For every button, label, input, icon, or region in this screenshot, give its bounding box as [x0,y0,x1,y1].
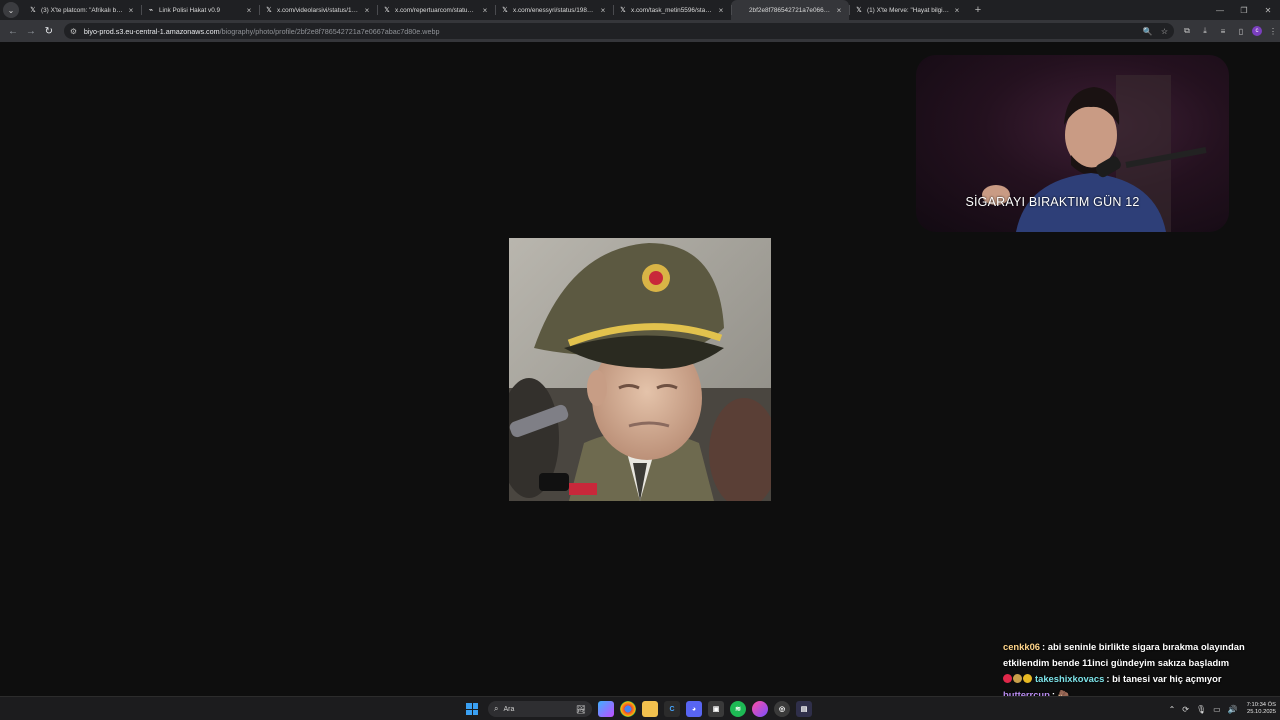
tab-title: x.com/repertuarcom/status/198 [395,6,477,14]
browser-tab[interactable]: 𝕏x.com/task_metin5596/status/ × [613,0,731,20]
sync-icon[interactable]: ⟳ [1182,705,1189,714]
close-window-icon[interactable]: ✕ [1256,0,1280,20]
browser-tab[interactable]: 𝕏 (3) X'te platcom: "Afrikalı bir g × [23,0,141,20]
close-tab-icon[interactable]: × [835,6,843,15]
officer-portrait-image [509,238,771,501]
tray-overflow-icon[interactable]: ⌃ [1169,705,1176,714]
x-logo-icon: 𝕏 [856,7,862,14]
clock-time: 7:10:34 ÖS [1246,702,1276,708]
close-tab-icon[interactable]: × [481,6,489,15]
close-tab-icon[interactable]: × [363,6,371,15]
close-tab-icon[interactable]: × [953,6,961,15]
bookmark-star-icon[interactable]: ☆ [1161,27,1168,36]
profile-avatar[interactable]: c [1252,26,1262,36]
reload-icon[interactable]: ↻ [40,22,58,40]
page-viewport: SİGARAYI BIRAKTIM GÜN 12 cenkk06: abi se… [0,42,1280,716]
webcam-overlay: SİGARAYI BIRAKTIM GÜN 12 [916,55,1229,232]
new-tab-button[interactable]: + [971,4,985,16]
tab-strip: ⌄ 𝕏 (3) X'te platcom: "Afrikalı bir g × ⌁ Li… [0,0,1280,20]
obs-icon[interactable] [752,701,768,717]
tab-title: (1) X'te Merve: "Hayat bilgisi d [867,6,949,14]
chat-badges [1003,674,1032,683]
taskbar: ⌕ Ara 🏞 C ◕ ▣ ≋ ◎ ▤ ⌃ ⟳ 🎙 ▭ 🔊 7:10:34 ÖS… [0,696,1280,720]
site-info-icon[interactable]: ⚙ [70,27,80,36]
tab-title: Link Polisi Hakat v0.9 [159,6,221,14]
url-host: biyo-prod.s3.eu-central-1.amazonaws.com [83,26,220,36]
tab-title: x.com/videolarsivi/status/1982 [277,6,359,14]
chrome-alt-icon[interactable]: ◎ [774,701,790,717]
sidepanel-icon[interactable]: ▯ [1234,24,1248,38]
misc-app-icon[interactable]: ▤ [796,701,812,717]
clock-date: 25.10.2025 [1246,709,1276,715]
chat-message: cenkk06: abi seninle birlikte sigara bır… [1003,639,1273,671]
windows-start-icon[interactable] [466,703,478,715]
c-app-icon[interactable]: C [664,701,680,717]
page-icon [737,6,745,14]
browser-tab[interactable]: ⌁ Link Polisi Hakat v0.9 × [141,0,259,20]
tab-search-button[interactable]: ⌄ [3,2,19,18]
spotify-icon[interactable]: ≋ [730,701,746,717]
url-path: /biography/photo/profile/2bf2e8f78654272… [219,26,440,36]
volume-icon[interactable]: 🔊 [1228,705,1238,714]
chat-badge-icon [1023,674,1032,683]
x-logo-icon: 𝕏 [30,7,36,14]
browser-tab[interactable]: 𝕏 (1) X'te Merve: "Hayat bilgisi d × [849,0,967,20]
browser-toolbar: ← → ↻ ⚙ biyo-prod.s3.eu-central-1.amazon… [0,20,1280,42]
restore-icon[interactable]: ❐ [1232,0,1256,20]
chat-username: takeshixkovacs [1035,673,1105,684]
media-icon[interactable]: ≡ [1216,24,1230,38]
x-logo-icon: 𝕏 [266,7,272,14]
close-tab-icon[interactable]: × [245,6,253,15]
link-logo-icon: ⌁ [148,7,154,14]
window-controls: — ❐ ✕ [1208,0,1280,20]
clock[interactable]: 7:10:34 ÖS 25.10.2025 [1247,702,1276,716]
discord-icon[interactable]: ◕ [686,701,702,717]
profile-photo [509,238,771,501]
minimize-icon[interactable]: — [1208,0,1232,20]
download-icon[interactable]: ⤓ [1198,24,1212,38]
tab-title: x.com/enessyri/status/1981243 [513,6,595,14]
chat-badge-icon [1013,674,1022,683]
search-highlight-icon: 🏞 [575,704,586,714]
browser-tab[interactable]: 2bf2e8f786542721a7e0667abac × [731,0,849,20]
webcam-caption: SİGARAYI BIRAKTIM GÜN 12 [965,195,1140,209]
back-icon[interactable]: ← [4,22,22,40]
forward-icon[interactable]: → [22,22,40,40]
mic-icon[interactable]: 🎙 [1196,705,1206,714]
menu-icon[interactable]: ⋮ [1266,24,1280,38]
tab-list: 𝕏 (3) X'te platcom: "Afrikalı bir g × ⌁ Link… [23,0,967,20]
search-placeholder: Ara [503,705,515,713]
chat-badge-icon [1003,674,1012,683]
photos-icon[interactable]: ▣ [708,701,724,717]
zoom-icon[interactable]: 🔍 [1143,27,1153,36]
close-tab-icon[interactable]: × [599,6,607,15]
system-tray: ⌃ ⟳ 🎙 ▭ 🔊 7:10:34 ÖS 25.10.2025 [1169,699,1276,719]
extensions-icon[interactable]: ⧉ [1180,24,1194,38]
file-explorer-icon[interactable] [642,701,658,717]
browser-tab[interactable]: 𝕏x.com/videolarsivi/status/1982 × [259,0,377,20]
tab-title: x.com/task_metin5596/status/ [631,6,713,14]
x-logo-icon: 𝕏 [502,7,508,14]
chat-username: cenkk06 [1003,641,1041,652]
browser-tab[interactable]: 𝕏x.com/enessyri/status/1981243 × [495,0,613,20]
display-icon[interactable]: ▭ [1213,705,1221,714]
search-icon: ⌕ [494,704,499,713]
taskbar-search[interactable]: ⌕ Ara 🏞 [488,701,592,717]
x-logo-icon: 𝕏 [620,7,626,14]
x-logo-icon: 𝕏 [384,7,390,14]
close-tab-icon[interactable]: × [717,6,725,15]
browser-tab[interactable]: 𝕏x.com/repertuarcom/status/198 × [377,0,495,20]
copilot-icon[interactable] [598,701,614,717]
close-tab-icon[interactable]: × [127,6,135,15]
chat-text: bi tanesi var hiç açmıyor [1112,673,1222,684]
tab-title: 2bf2e8f786542721a7e0667abac [749,6,831,14]
address-bar[interactable]: ⚙ biyo-prod.s3.eu-central-1.amazonaws.co… [63,23,1174,39]
tab-title: (3) X'te platcom: "Afrikalı bir g [41,6,123,14]
chrome-icon[interactable] [620,701,636,717]
chat-message: takeshixkovacs: bi tanesi var hiç açmıyo… [1003,671,1273,687]
